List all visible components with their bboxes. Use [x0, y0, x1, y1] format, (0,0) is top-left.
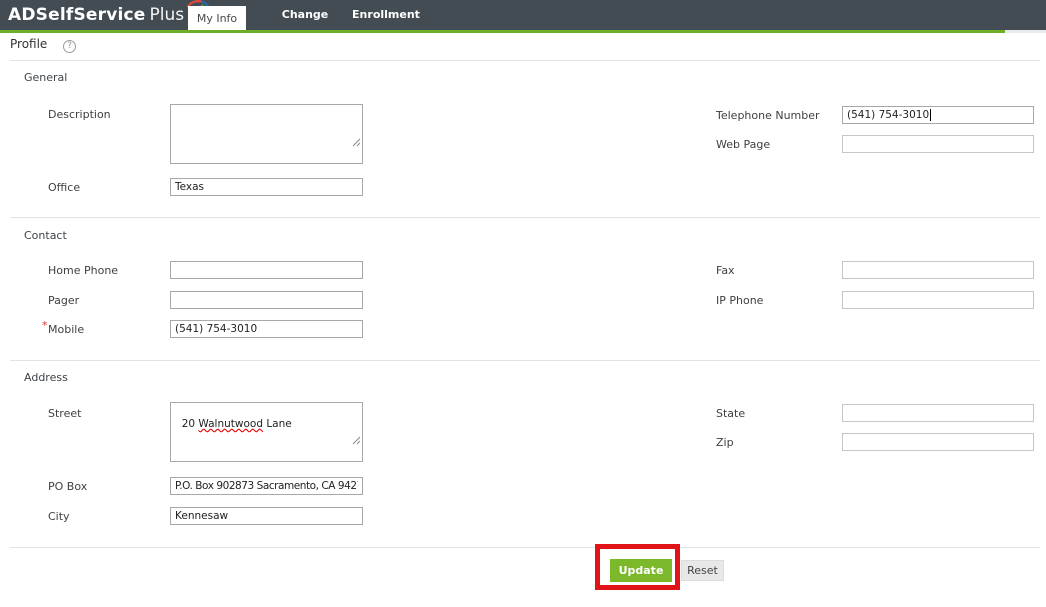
- brand-name-secondary: Plus: [150, 5, 185, 25]
- pager-input[interactable]: [170, 291, 363, 309]
- telephone-number-label: Telephone Number: [716, 109, 820, 122]
- section-heading-general: General: [24, 71, 67, 84]
- po-box-label: PO Box: [48, 480, 87, 493]
- app-logo: ADSelfService Plus: [8, 0, 212, 30]
- street-value-prefix: 20: [182, 418, 199, 430]
- ip-phone-input[interactable]: [842, 291, 1034, 309]
- street-value-misspelled-word: Walnutwood: [198, 418, 263, 430]
- web-page-label: Web Page: [716, 138, 770, 151]
- text-cursor: [930, 109, 931, 121]
- home-phone-input[interactable]: [170, 261, 363, 279]
- city-label: City: [48, 510, 70, 523]
- zip-input[interactable]: [842, 433, 1034, 451]
- po-box-input[interactable]: [170, 477, 363, 495]
- update-button[interactable]: Update: [610, 559, 672, 582]
- ip-phone-label: IP Phone: [716, 294, 763, 307]
- description-label: Description: [48, 108, 111, 121]
- tab-enrollment[interactable]: Enrollment: [347, 0, 425, 30]
- tab-my-info-label: My Info: [197, 12, 237, 25]
- tab-enrollment-label: Enrollment: [352, 8, 420, 21]
- tab-change-password[interactable]: Change Password: [255, 0, 355, 30]
- divider: [10, 60, 1040, 61]
- office-input[interactable]: [170, 178, 363, 196]
- fax-input[interactable]: [842, 261, 1034, 279]
- telephone-number-value: (541) 754-3010: [847, 109, 929, 121]
- resize-grip-icon[interactable]: [339, 126, 361, 162]
- street-label: Street: [48, 407, 81, 420]
- mobile-label: Mobile: [48, 323, 84, 336]
- pager-label: Pager: [48, 294, 79, 307]
- state-label: State: [716, 407, 745, 420]
- section-heading-contact: Contact: [24, 229, 67, 242]
- zip-label: Zip: [716, 436, 734, 449]
- state-input[interactable]: [842, 404, 1034, 422]
- header-accent-bar: [0, 30, 1005, 33]
- street-value-suffix: Lane: [263, 418, 292, 430]
- divider: [10, 217, 1040, 218]
- home-phone-label: Home Phone: [48, 264, 118, 277]
- telephone-number-input[interactable]: (541) 754-3010: [842, 106, 1034, 124]
- city-input[interactable]: [170, 507, 363, 525]
- help-icon[interactable]: ?: [63, 40, 76, 53]
- street-textarea[interactable]: 20 Walnutwood Lane: [170, 402, 363, 462]
- mobile-required-asterisk: *: [42, 319, 48, 332]
- fax-label: Fax: [716, 264, 735, 277]
- description-textarea[interactable]: [170, 104, 363, 164]
- divider: [10, 547, 1040, 548]
- section-heading-address: Address: [24, 371, 68, 384]
- divider: [10, 360, 1040, 361]
- resize-grip-icon[interactable]: [339, 424, 361, 460]
- page-title: Profile: [10, 37, 47, 51]
- mobile-input[interactable]: [170, 320, 363, 338]
- brand-name-primary: ADSelfService: [8, 5, 146, 25]
- reset-button[interactable]: Reset: [681, 560, 724, 581]
- office-label: Office: [48, 181, 80, 194]
- tab-my-info[interactable]: My Info: [188, 6, 246, 30]
- app-header: ADSelfService Plus My Info Change Passwo…: [0, 0, 1046, 30]
- header-accent-bar-stub: [1005, 30, 1046, 33]
- web-page-input[interactable]: [842, 135, 1034, 153]
